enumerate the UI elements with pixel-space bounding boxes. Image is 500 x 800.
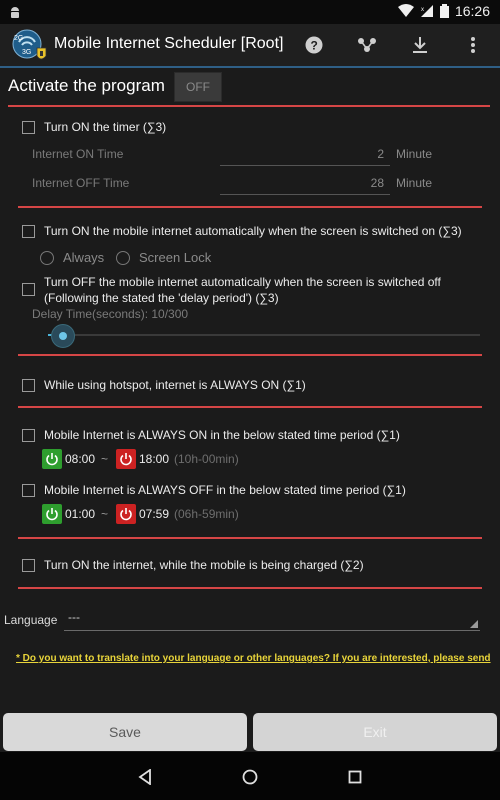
always-on-duration: (10h-00min)	[174, 452, 239, 466]
back-icon[interactable]	[134, 766, 156, 788]
divider	[18, 206, 482, 208]
always-on-label: Mobile Internet is ALWAYS ON in the belo…	[44, 428, 400, 442]
translate-link[interactable]: * Do you want to translate into your lan…	[16, 653, 491, 664]
always-on-end-time[interactable]: 18:00	[116, 449, 169, 469]
always-off-option[interactable]: Mobile Internet is ALWAYS OFF in the bel…	[22, 482, 406, 498]
screen-on-option[interactable]: Turn ON the mobile internet automaticall…	[22, 223, 462, 239]
power-on-icon	[42, 504, 62, 524]
internet-on-value: 2	[377, 147, 384, 161]
battery-icon	[439, 4, 449, 18]
dropdown-corner-icon	[470, 620, 478, 628]
badge-3g: 3G	[22, 49, 31, 56]
timer-option[interactable]: Turn ON the timer (∑3)	[22, 119, 166, 135]
always-off-checkbox[interactable]	[22, 484, 35, 497]
app-title: Mobile Internet Scheduler [Root]	[54, 35, 284, 52]
internet-off-label: Internet OFF Time	[32, 176, 130, 190]
activate-label: Activate the program	[8, 76, 165, 95]
charging-option[interactable]: Turn ON the internet, while the mobile i…	[22, 557, 364, 573]
power-on-icon	[42, 449, 62, 469]
overflow-menu-icon[interactable]	[462, 34, 484, 56]
signal-icon: x	[420, 5, 433, 17]
power-off-icon	[116, 504, 136, 524]
language-value: ---	[68, 610, 80, 624]
recents-icon[interactable]	[344, 766, 366, 788]
save-button[interactable]: Save	[3, 713, 247, 751]
exit-button[interactable]: Exit	[253, 713, 497, 751]
screen-on-label: Turn ON the mobile internet automaticall…	[44, 224, 462, 238]
language-label: Language	[4, 613, 58, 627]
hotspot-checkbox[interactable]	[22, 379, 35, 392]
always-off-duration: (06h-59min)	[174, 507, 239, 521]
radio-circle	[116, 250, 130, 265]
action-bar: 2G 3G Mobile Internet Scheduler [Root] ?	[0, 24, 500, 68]
activate-toggle[interactable]: OFF	[174, 72, 222, 102]
screen-off-checkbox[interactable]	[22, 283, 35, 296]
navigation-bar	[0, 752, 500, 800]
screen-off-label: Turn OFF the mobile internet automatical…	[44, 275, 441, 305]
delay-slider-thumb[interactable]	[51, 324, 75, 348]
download-icon[interactable]	[409, 34, 431, 56]
hotspot-option[interactable]: While using hotspot, internet is ALWAYS …	[22, 377, 306, 393]
status-time: 16:26	[454, 3, 490, 19]
divider	[18, 587, 482, 589]
divider	[18, 406, 482, 408]
internet-off-value: 28	[370, 176, 384, 190]
screen-on-checkbox[interactable]	[22, 225, 35, 238]
help-icon[interactable]: ?	[303, 34, 325, 56]
language-select[interactable]: ---	[64, 605, 480, 631]
always-on-end-value: 18:00	[139, 452, 170, 466]
radio-circle	[40, 250, 54, 265]
divider	[18, 354, 482, 356]
radio-always-label: Always	[63, 250, 105, 265]
always-off-end-value: 07:59	[139, 507, 170, 521]
app-logo-icon: 2G 3G	[12, 29, 47, 60]
wifi-icon	[397, 4, 414, 17]
radio-screen-lock[interactable]: Screen Lock	[116, 250, 211, 265]
internet-off-input[interactable]: 28	[220, 172, 390, 195]
always-on-option[interactable]: Mobile Internet is ALWAYS ON in the belo…	[22, 427, 400, 443]
time-separator: ~	[101, 452, 109, 466]
screen-off-option[interactable]: Turn OFF the mobile internet automatical…	[22, 274, 498, 306]
power-off-icon	[116, 449, 136, 469]
charging-label: Turn ON the internet, while the mobile i…	[44, 558, 364, 572]
delay-time-label: Delay Time(seconds): 10/300	[32, 307, 189, 321]
svg-text:x: x	[421, 7, 424, 13]
badge-2g: 2G	[14, 35, 23, 42]
internet-on-unit: Minute	[396, 147, 433, 161]
hotspot-label: While using hotspot, internet is ALWAYS …	[44, 378, 306, 392]
always-on-checkbox[interactable]	[22, 429, 35, 442]
internet-on-label: Internet ON Time	[32, 147, 124, 161]
always-off-label: Mobile Internet is ALWAYS OFF in the bel…	[44, 483, 406, 497]
delay-slider-track[interactable]	[48, 334, 480, 336]
always-on-start-value: 08:00	[65, 452, 96, 466]
charging-checkbox[interactable]	[22, 559, 35, 572]
time-separator: ~	[101, 507, 109, 521]
radio-always[interactable]: Always	[40, 250, 104, 265]
home-icon[interactable]	[239, 766, 261, 788]
always-on-start-time[interactable]: 08:00	[42, 449, 95, 469]
android-icon	[11, 7, 19, 18]
share-icon[interactable]	[356, 34, 378, 56]
divider	[8, 105, 490, 107]
always-off-start-time[interactable]: 01:00	[42, 504, 95, 524]
always-off-start-value: 01:00	[65, 507, 96, 521]
activate-row: Activate the program OFF	[0, 68, 500, 104]
svg-text:?: ?	[311, 39, 318, 53]
timer-checkbox[interactable]	[22, 121, 35, 134]
divider	[18, 537, 482, 539]
timer-label: Turn ON the timer (∑3)	[44, 120, 167, 134]
internet-off-unit: Minute	[396, 176, 433, 190]
internet-on-input[interactable]: 2	[220, 143, 390, 166]
radio-screen-lock-label: Screen Lock	[139, 250, 212, 265]
always-off-end-time[interactable]: 07:59	[116, 504, 169, 524]
status-bar: x 16:26	[0, 0, 500, 24]
